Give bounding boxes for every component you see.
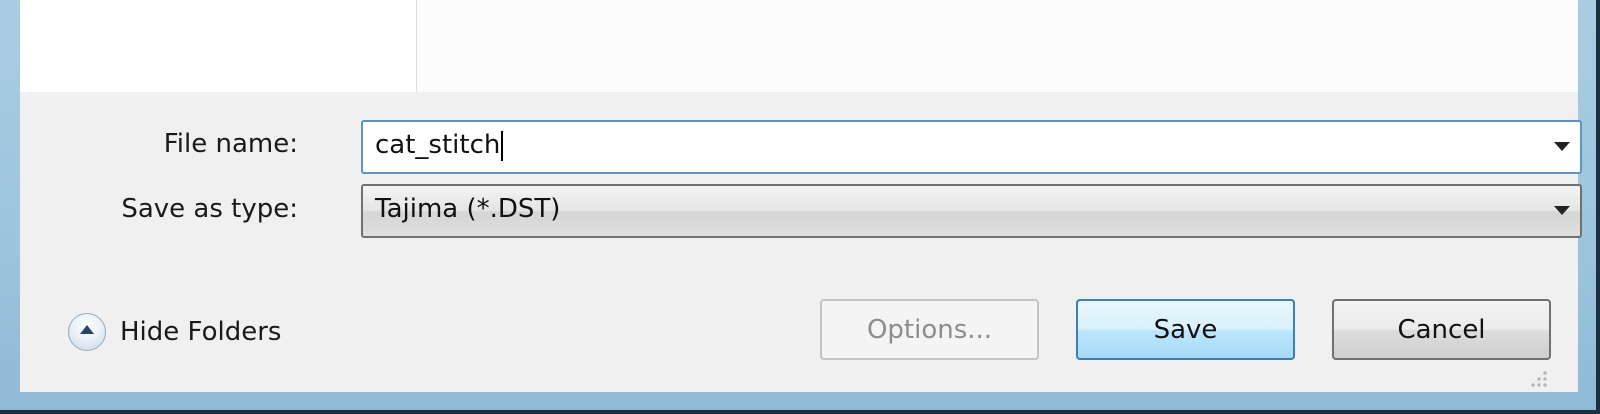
save-as-type-select[interactable]: Tajima (*.DST)	[361, 184, 1582, 238]
save-button[interactable]: Save	[1076, 299, 1295, 360]
resize-grip-icon[interactable]	[1530, 370, 1548, 388]
text-cursor	[501, 130, 504, 161]
hide-folders-label[interactable]: Hide Folders	[120, 317, 281, 347]
chevron-down-icon[interactable]	[1554, 142, 1570, 151]
navigation-pane[interactable]	[20, 0, 417, 92]
save-as-type-value: Tajima (*.DST)	[375, 194, 561, 224]
file-name-value: cat_stitch	[375, 130, 501, 160]
file-name-combobox[interactable]: cat_stitch	[361, 120, 1582, 174]
file-browser-area	[20, 0, 1578, 92]
frame-bottom-edge	[0, 410, 1600, 414]
dialog-window-frame: File name: cat_stitch Save as type: Taji…	[0, 0, 1600, 414]
file-list-pane[interactable]	[417, 0, 1578, 92]
frame-right-edge	[1596, 0, 1600, 414]
file-name-label: File name:	[163, 129, 298, 159]
save-dialog: File name: cat_stitch Save as type: Taji…	[20, 0, 1582, 392]
cancel-button[interactable]: Cancel	[1332, 299, 1551, 360]
save-as-type-label: Save as type:	[121, 194, 298, 224]
chevron-up-circle-icon[interactable]	[68, 313, 106, 351]
chevron-down-icon[interactable]	[1554, 206, 1570, 215]
file-name-input[interactable]: cat_stitch	[375, 130, 504, 161]
options-button[interactable]: Options...	[820, 299, 1039, 360]
hide-folders-toggle[interactable]: Hide Folders	[68, 312, 281, 352]
